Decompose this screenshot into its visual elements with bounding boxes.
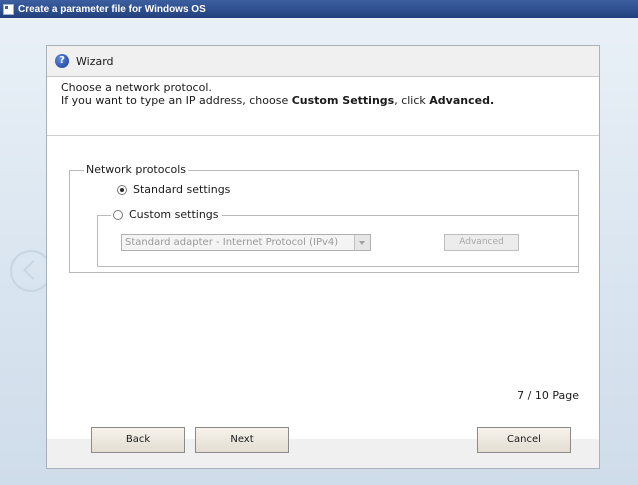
cancel-button[interactable]: Cancel: [477, 427, 571, 453]
standard-settings-label: Standard settings: [133, 183, 231, 196]
custom-settings-radio[interactable]: [113, 209, 123, 220]
wizard-body: Choose a network protocol. If you want t…: [47, 76, 599, 439]
instruction-text: If you want to type an IP address, choos…: [61, 94, 292, 107]
instructions: Choose a network protocol. If you want t…: [61, 81, 494, 107]
instruction-line-2: If you want to type an IP address, choos…: [61, 94, 494, 107]
window-titlebar: Create a parameter file for Windows OS: [0, 0, 638, 18]
advanced-button[interactable]: Advanced: [444, 234, 519, 251]
back-button[interactable]: Back: [91, 427, 185, 453]
network-protocols-label: Network protocols: [84, 163, 189, 176]
network-adapter-select[interactable]: Standard adapter - Internet Protocol (IP…: [121, 234, 371, 251]
wizard-dialog: ? Wizard Choose a network protocol. If y…: [46, 45, 600, 469]
standard-settings-option[interactable]: Standard settings: [117, 183, 230, 196]
header-separator: [47, 135, 599, 136]
page-indicator: 7 / 10 Page: [517, 389, 579, 402]
standard-settings-radio[interactable]: [117, 184, 127, 195]
custom-settings-option[interactable]: Custom settings: [111, 208, 222, 221]
network-adapter-value: Standard adapter - Internet Protocol (IP…: [125, 237, 339, 248]
next-button[interactable]: Next: [195, 427, 289, 453]
window-title: Create a parameter file for Windows OS: [18, 3, 206, 15]
wizard-title: Wizard: [76, 54, 114, 68]
chevron-down-icon[interactable]: [354, 235, 370, 250]
help-icon: ?: [55, 54, 69, 68]
instruction-bold-custom: Custom Settings: [291, 94, 395, 107]
instruction-text: , click: [394, 94, 430, 107]
custom-settings-label: Custom settings: [129, 208, 219, 221]
wizard-header: ? Wizard: [47, 46, 599, 76]
instruction-line-1: Choose a network protocol.: [61, 81, 212, 94]
app-icon: [3, 3, 14, 15]
instruction-bold-advanced: Advanced.: [429, 94, 495, 107]
